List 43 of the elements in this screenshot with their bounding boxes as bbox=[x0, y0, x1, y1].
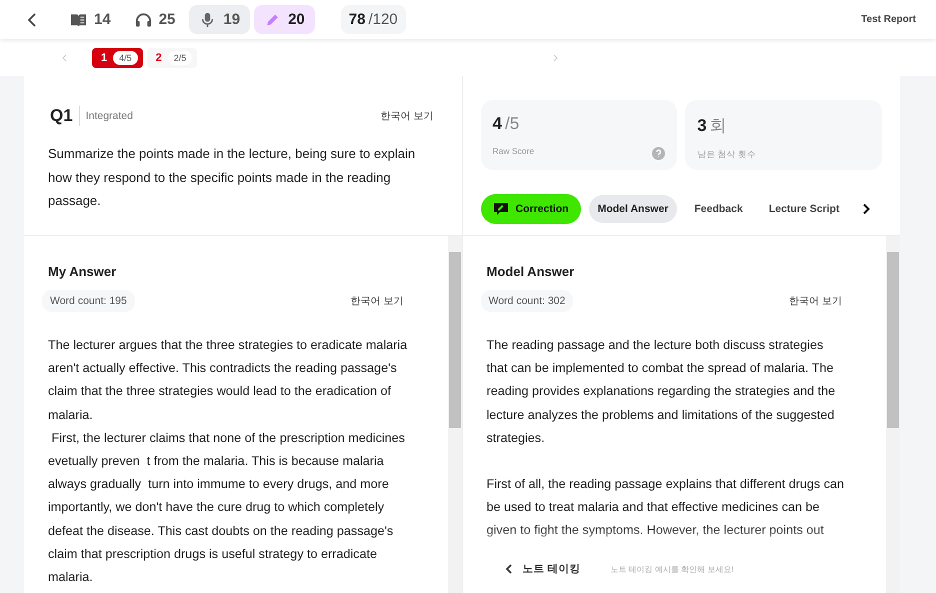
answer-paragraph: The reading passage and the lecture both discuss strategies that can be implemented to combat the spread of malaria. The reading provides explanations regarding the strategies and the lecture analyzes the problems and limitations of the suggested strategies. bbox=[486, 337, 836, 447]
tab[interactable]: Model Answer bbox=[588, 195, 678, 223]
word-count: Word count: 195 bbox=[42, 290, 135, 312]
answer-paragraph: First of all, the reading passage explains that different drugs can be used to treat malaria and that effective medicines can be given to fight the symptoms. However, the lecturer points out bbox=[486, 476, 846, 540]
scrollbar[interactable] bbox=[886, 236, 900, 593]
translate-link[interactable]: 한국어 보기 bbox=[350, 294, 404, 308]
score-label: Raw Score bbox=[492, 146, 534, 156]
translate-link[interactable]: 한국어 보기 bbox=[380, 109, 434, 123]
word-count: Word count: 302 bbox=[480, 290, 574, 312]
total-score: 78 /120 bbox=[340, 5, 406, 34]
test-report-link[interactable]: Test Report bbox=[861, 10, 916, 29]
tab[interactable]: Feedback bbox=[685, 195, 752, 223]
section-tab[interactable]: 19 bbox=[189, 5, 250, 34]
section-tab[interactable]: 20 bbox=[254, 5, 315, 34]
section-tab[interactable]: 25 bbox=[124, 5, 186, 34]
chat-edit-icon bbox=[492, 202, 508, 216]
note-taking-button[interactable]: 노트 테이킹 bbox=[498, 561, 586, 577]
section-count: 19 bbox=[223, 11, 240, 28]
chevron-icon bbox=[504, 564, 512, 574]
note-taking-hint: 노트 테이킹 예시를 확인해 보세요! bbox=[610, 564, 734, 574]
help-icon[interactable] bbox=[652, 147, 666, 160]
answer-paragraph: The lecturer argues that the three strategies to eradicate malaria aren't actually effective. This contradicts the reading passage's claim that the three strategies would lead to the eradication of malaria. bbox=[48, 337, 408, 424]
headphones-icon bbox=[134, 12, 152, 28]
tab[interactable]: Correction bbox=[480, 194, 581, 224]
question-page-button[interactable]: 2 2/5 bbox=[146, 48, 198, 68]
section-title: Model Answer bbox=[486, 264, 576, 279]
book-icon bbox=[70, 12, 87, 28]
section-count: 14 bbox=[94, 11, 111, 28]
section-tab[interactable]: 14 bbox=[60, 5, 121, 34]
question-page-button[interactable]: 1 4/5 bbox=[92, 48, 143, 68]
tab[interactable]: Lecture Script bbox=[760, 195, 848, 223]
answer-paragraph: First, the lecturer claims that none of the prescription medicines evetually preven t from the malaria. This is because malaria always gradually turn into immume to every drugs, and more importantly, we don't have the cure drug to which completely defeat the disease. This cast doubts on the reading passage's claim that prescription drugs is useful strategy to erradicate malaria. bbox=[48, 430, 406, 586]
score-value: 3 회 bbox=[697, 115, 728, 137]
section-count: 25 bbox=[158, 11, 176, 28]
question-number: Q1 bbox=[50, 106, 80, 126]
scrollbar[interactable] bbox=[448, 236, 462, 593]
section-count: 20 bbox=[288, 11, 305, 28]
score-label: 남은 첨삭 횟수 bbox=[697, 149, 756, 161]
question-prompt: Summarize the points made in the lecture, being sure to explain how they respond to the specific points made in the reading passage. bbox=[48, 145, 416, 210]
translate-link[interactable]: 한국어 보기 bbox=[789, 294, 842, 308]
question-type: Integrated bbox=[86, 110, 133, 122]
section-title: My Answer bbox=[48, 264, 118, 279]
score-value: 4 /5 bbox=[492, 114, 520, 134]
